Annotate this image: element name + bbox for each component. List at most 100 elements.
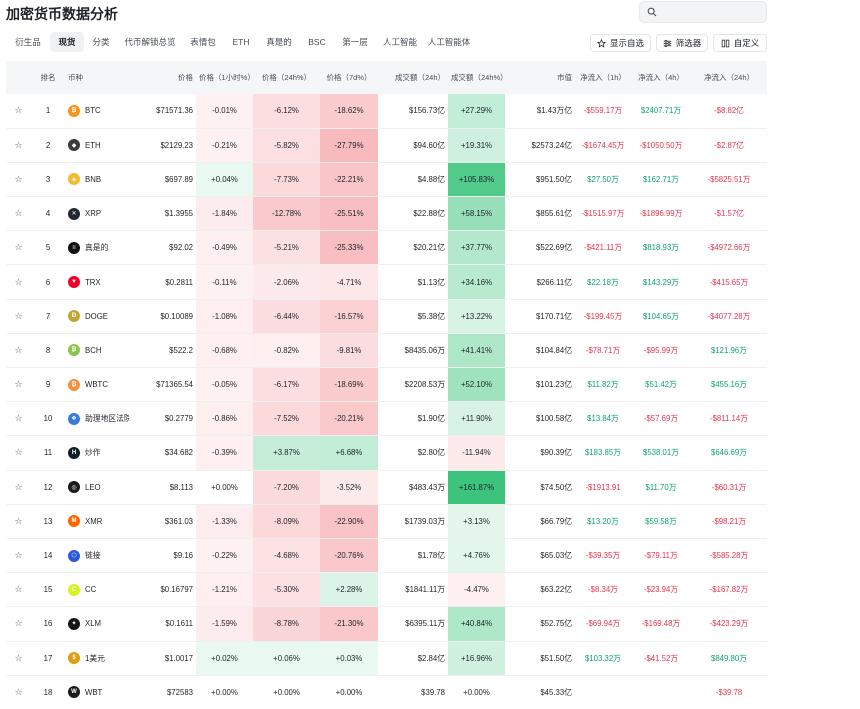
tab-6[interactable]: 真是的 — [258, 32, 300, 52]
table-row[interactable]: ☆ 16 ✦ XLM $0.1611 -1.59% -8.78% -21.30% $6395.1… — [6, 606, 767, 641]
tab-8[interactable]: 第一层 — [334, 32, 376, 52]
tab-3[interactable]: 代币解锁总览 — [118, 32, 182, 52]
coin-cell[interactable]: ≡ 真是的 — [65, 231, 129, 265]
customize-button[interactable]: 自定义 — [713, 34, 767, 52]
favorite-star-icon[interactable]: ☆ — [6, 333, 31, 367]
coin-cell[interactable]: $1美元 — [65, 641, 129, 675]
change-7d-cell: -9.81% — [320, 333, 378, 368]
column-header-8[interactable]: 成交额（24h%） — [448, 61, 505, 94]
volume-change-cell: +27.29% — [448, 94, 505, 129]
table-row[interactable]: ☆ 3 ◈ BNB $697.89 +0.04% -7.73% -22.21% $4.88亿 +1… — [6, 162, 767, 197]
column-header-4[interactable]: 价格（1小时%） — [196, 61, 253, 94]
table-row[interactable]: ☆ 14 ⬡ 链接 $9.16 -0.22% -4.68% -20.76% $1.78亿 +4.7… — [6, 538, 767, 573]
column-header-12[interactable]: 净流入（24h） — [691, 61, 767, 94]
tab-10[interactable]: 人工智能体 — [424, 32, 474, 52]
coin-cell[interactable]: C CC — [65, 573, 129, 607]
column-header-2[interactable]: 币种 — [65, 61, 129, 94]
favorite-star-icon[interactable]: ☆ — [6, 641, 31, 675]
column-header-5[interactable]: 价格（24h%） — [253, 61, 320, 94]
netflow-1h-cell: $11.82万 — [587, 380, 619, 390]
market-cap-cell: $2573.24亿 — [531, 140, 572, 150]
change-1h-cell: +0.00% — [211, 687, 238, 697]
change-7d-cell: -21.30% — [320, 606, 378, 641]
table-row[interactable]: ☆ 10 ❖ 助理地区法院 $0.2779 -0.86% -7.52% -20.21% $1.9… — [6, 401, 767, 436]
coin-cell[interactable]: ◎ LEO — [65, 470, 129, 504]
favorite-star-icon[interactable]: ☆ — [6, 504, 31, 538]
table-row[interactable]: ☆ 12 ◎ LEO $8.113 +0.00% -7.20% -3.52% $483.43万 +… — [6, 470, 767, 505]
tab-4[interactable]: 表情包 — [182, 32, 224, 52]
table-row[interactable]: ☆ 8 ₿ BCH $522.2 -0.68% -0.82% -9.81% $8435.06万 +… — [6, 333, 767, 368]
coin-cell[interactable]: ₿ BTC — [65, 94, 129, 128]
search-box[interactable] — [639, 1, 767, 23]
change-1h-cell: -1.84% — [196, 196, 253, 231]
column-header-3[interactable]: 价格 — [129, 61, 196, 94]
coin-cell[interactable]: ₿ WBTC — [65, 368, 129, 402]
table-row[interactable]: ☆ 4 ✕ XRP $1.3955 -1.84% -12.78% -25.51% $22.88亿… — [6, 196, 767, 231]
table-row[interactable]: ☆ 1 ₿ BTC $71571.36 -0.01% -6.12% -18.62% $156.7… — [6, 94, 767, 129]
netflow-4h-cell: -$95.99万 — [643, 345, 679, 355]
tab-0[interactable]: 衍生品 — [6, 32, 50, 52]
table-row[interactable]: ☆ 7 Ð DOGE $0.10089 -1.08% -6.44% -16.57% $5.38亿… — [6, 299, 767, 334]
tab-2[interactable]: 分类 — [84, 32, 118, 52]
change-24h-cell: +3.87% — [253, 435, 320, 471]
favorite-star-icon[interactable]: ☆ — [6, 299, 31, 333]
favorite-star-icon[interactable]: ☆ — [6, 675, 31, 709]
change-7d-cell: -20.76% — [320, 538, 378, 573]
table-row[interactable]: ☆ 18 W WBT $72583 +0.00% +0.00% +0.00% $39.78 +0.… — [6, 675, 767, 709]
price-cell: $8.113 — [169, 482, 193, 492]
tab-5[interactable]: ETH — [224, 32, 258, 52]
favorite-star-icon[interactable]: ☆ — [6, 162, 31, 196]
filter-icon — [663, 39, 671, 47]
coin-cell[interactable]: ◆ ETH — [65, 128, 129, 162]
coin-cell[interactable]: W WBT — [65, 675, 129, 709]
table-row[interactable]: ☆ 15 C CC $0.16797 -1.21% -5.30% +2.28% $1841.11… — [6, 572, 767, 607]
tab-7[interactable]: BSC — [300, 32, 334, 52]
tab-9[interactable]: 人工智能 — [376, 32, 424, 52]
coin-cell[interactable]: ❖ 助理地区法院 — [65, 402, 129, 436]
change-1h-cell: -0.01% — [196, 94, 253, 129]
favorite-star-icon[interactable]: ☆ — [6, 607, 31, 641]
column-header-1[interactable]: 排名 — [31, 61, 65, 94]
tab-1[interactable]: 现货 — [50, 32, 84, 52]
column-header-9[interactable]: 市值 — [505, 61, 575, 94]
table-row[interactable]: ☆ 5 ≡ 真是的 $92.02 -0.49% -5.21% -25.33% $20.21亿 +3… — [6, 230, 767, 265]
search-input[interactable] — [661, 7, 761, 17]
favorite-star-icon[interactable]: ☆ — [6, 538, 31, 572]
favorite-star-icon[interactable]: ☆ — [6, 573, 31, 607]
favorite-star-icon[interactable]: ☆ — [6, 368, 31, 402]
column-header-6[interactable]: 价格（7d%） — [320, 61, 378, 94]
table-row[interactable]: ☆ 9 ₿ WBTC $71365.54 -0.05% -6.17% -18.69% $2208… — [6, 367, 767, 402]
coin-cell[interactable]: ✕ XRP — [65, 197, 129, 231]
watchlist-button[interactable]: 显示自选 — [590, 34, 651, 52]
coin-cell[interactable]: ₿ BCH — [65, 333, 129, 367]
favorite-star-icon[interactable]: ☆ — [6, 436, 31, 470]
favorite-star-icon[interactable]: ☆ — [6, 128, 31, 162]
coin-cell[interactable]: H 炒作 — [65, 436, 129, 470]
coin-cell[interactable]: Ð DOGE — [65, 299, 129, 333]
filter-button[interactable]: 筛选器 — [656, 34, 708, 52]
coin-cell[interactable]: M XMR — [65, 504, 129, 538]
favorite-star-icon[interactable]: ☆ — [6, 197, 31, 231]
column-header-7[interactable]: 成交额（24h） — [378, 61, 448, 94]
table-row[interactable]: ☆ 6 ▼ TRX $0.2811 -0.11% -2.06% -4.71% $1.13亿 +34… — [6, 264, 767, 300]
coin-cell[interactable]: ◈ BNB — [65, 162, 129, 196]
favorite-star-icon[interactable]: ☆ — [6, 402, 31, 436]
coin-cell[interactable]: ⬡ 链接 — [65, 538, 129, 572]
table-row[interactable]: ☆ 11 H 炒作 $34.682 -0.39% +3.87% +6.68% $2.80亿 -11… — [6, 435, 767, 471]
table-row[interactable]: ☆ 17 $1美元 $1.0017 +0.02% +0.06% +0.03% $2.84亿 +1… — [6, 641, 767, 676]
favorite-star-icon[interactable]: ☆ — [6, 470, 31, 504]
coin-cell[interactable]: ▼ TRX — [65, 265, 129, 299]
table-row[interactable]: ☆ 2 ◆ ETH $2129.23 -0.21% -5.82% -27.79% $94.60亿… — [6, 128, 767, 163]
column-header-10[interactable]: 净流入（1h） — [575, 61, 631, 94]
favorite-star-icon[interactable]: ☆ — [6, 231, 31, 265]
netflow-4h-cell: -$1050.50万 — [639, 140, 683, 150]
column-header-11[interactable]: 净流入（4h） — [631, 61, 691, 94]
netflow-24h-cell: -$60.31万 — [711, 482, 747, 492]
change-24h-cell: +0.06% — [253, 641, 320, 676]
table-row[interactable]: ☆ 13 M XMR $361.03 -1.33% -8.09% -22.90% $1739.0… — [6, 504, 767, 539]
coin-cell[interactable]: ✦ XLM — [65, 607, 129, 641]
favorite-star-icon[interactable]: ☆ — [6, 265, 31, 299]
favorite-star-icon[interactable]: ☆ — [6, 94, 31, 128]
netflow-4h-cell: -$1896.99万 — [639, 209, 683, 219]
netflow-1h-cell: -$421.11万 — [584, 243, 622, 253]
